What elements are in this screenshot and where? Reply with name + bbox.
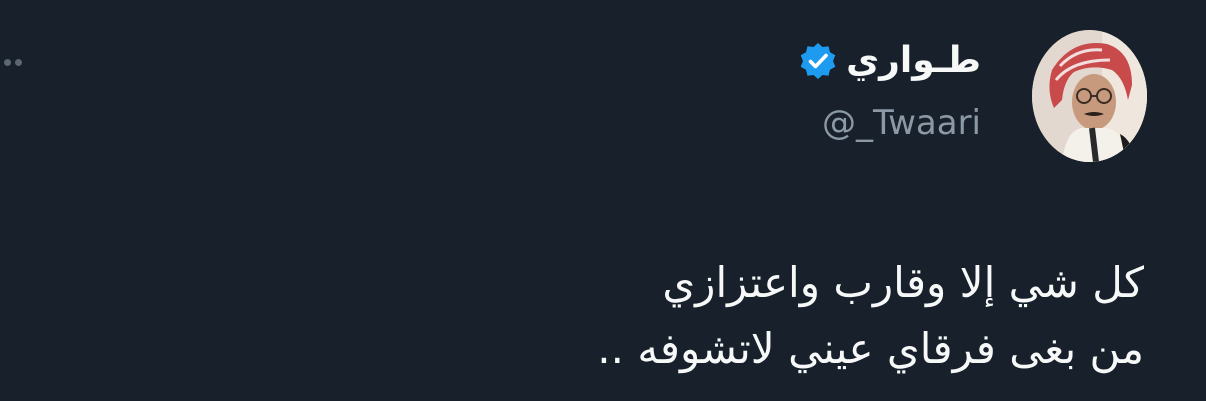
dot	[15, 58, 22, 66]
tweet-text: كل شي إلا وقارب واعتزازي من بغى فرقاي عي…	[144, 250, 1144, 382]
verified-badge-icon	[798, 41, 838, 81]
tweet-line: كل شي إلا وقارب واعتزازي	[662, 258, 1144, 307]
avatar-photo	[1032, 30, 1147, 162]
author-handle[interactable]: @_Twaari	[822, 100, 981, 146]
tweet-card: طـواري @_Twaari كل شي إلا وقارب واعتزازي…	[0, 0, 1206, 401]
display-name-text[interactable]: طـواري	[846, 36, 981, 86]
tweet-line: من بغى فرقاي عيني لاتشوفه ..	[597, 324, 1144, 373]
author-display-name[interactable]: طـواري	[798, 36, 981, 86]
more-options-icon[interactable]	[4, 56, 22, 68]
avatar[interactable]	[1032, 30, 1147, 162]
dot	[4, 58, 11, 66]
